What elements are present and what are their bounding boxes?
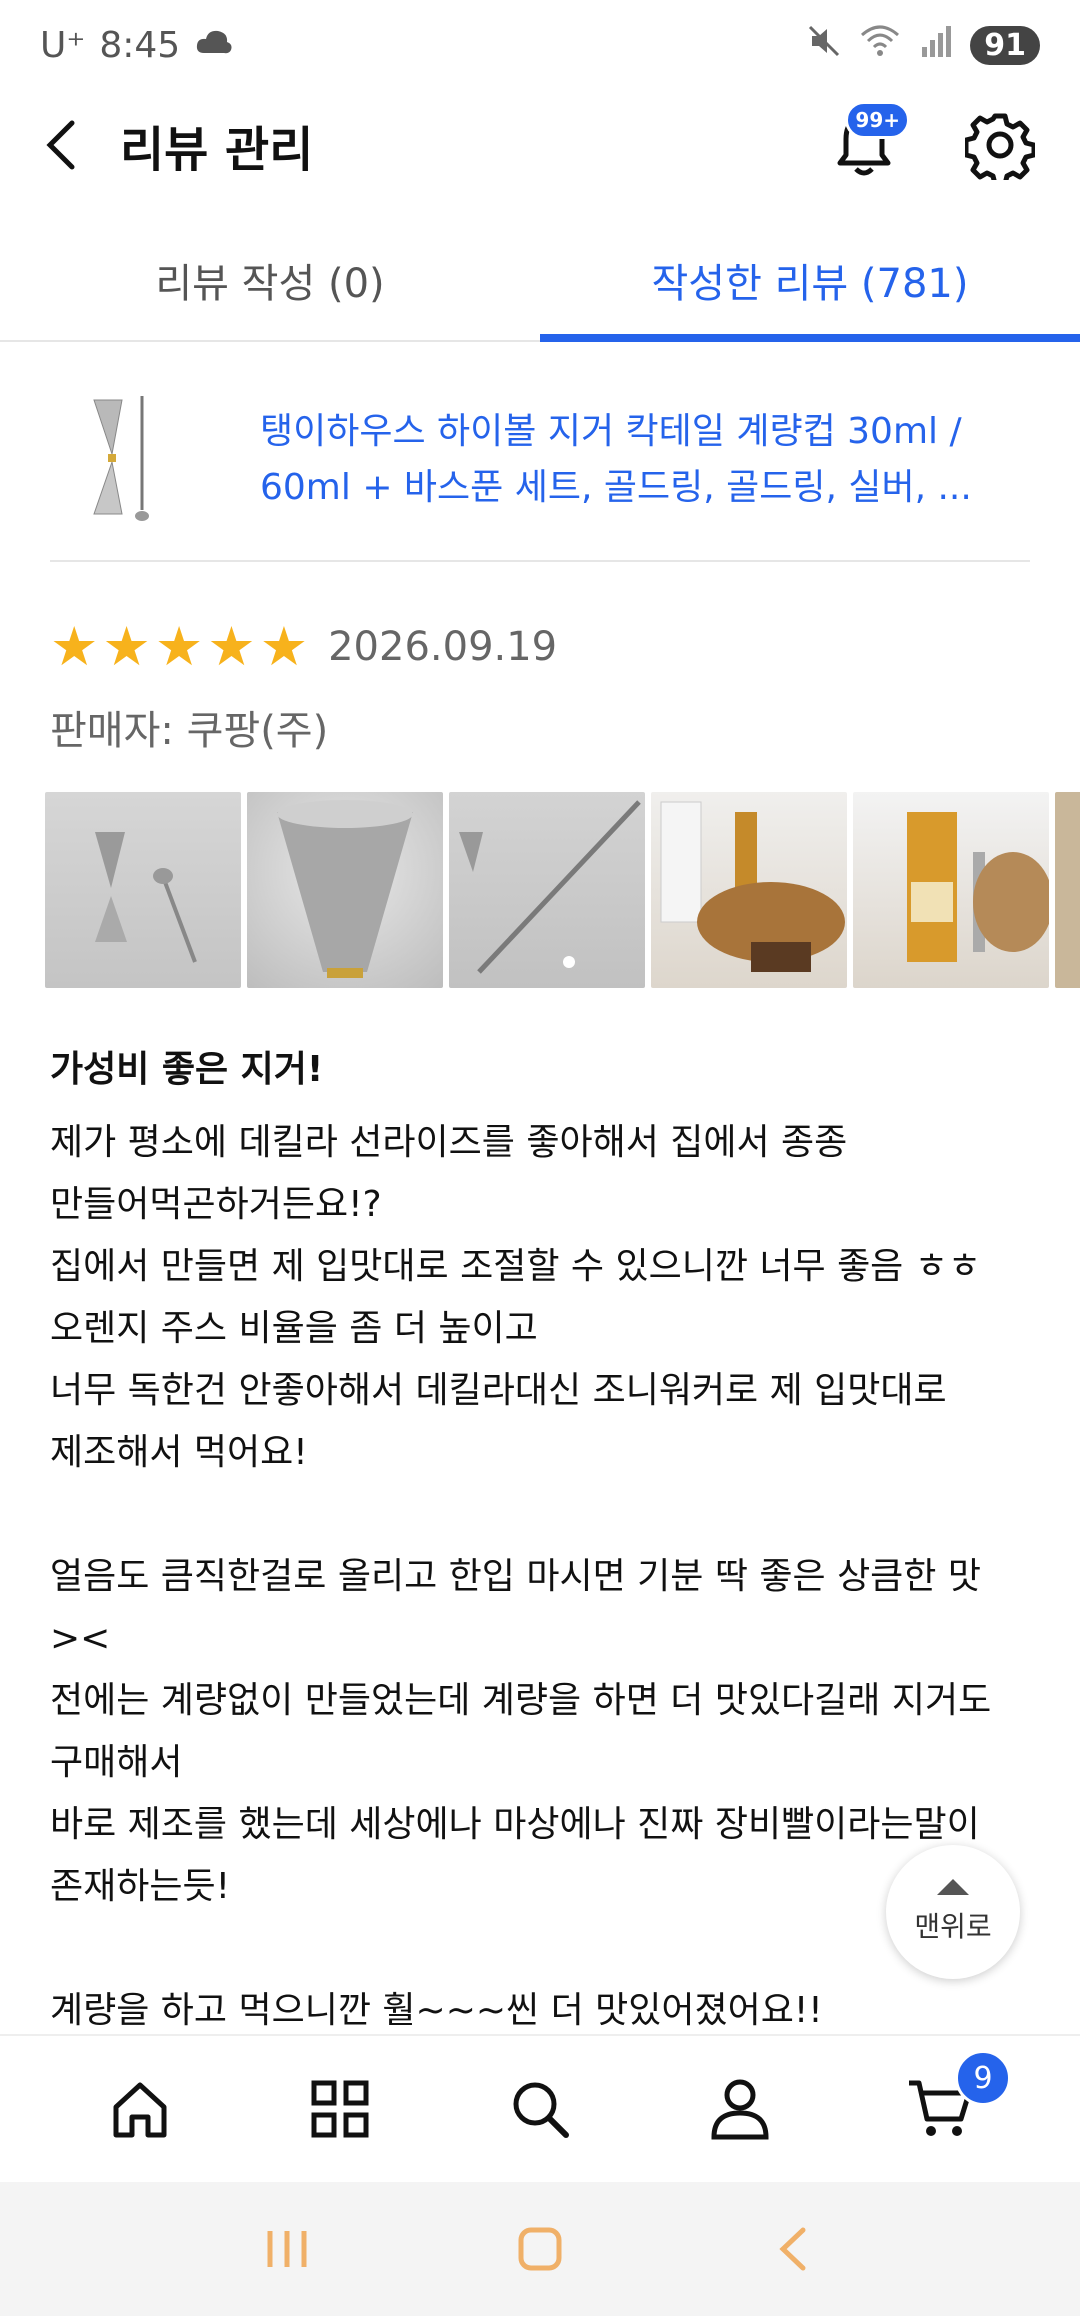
review-line: 바로 제조를 했는데 세상에나 마상에나 진짜 장비빨이라는말이 (50, 1804, 980, 1845)
tab-written-reviews[interactable]: 작성한 리뷰 (781) (540, 220, 1080, 342)
arrow-up-icon (937, 1879, 969, 1895)
review-line: 존재하는듯! (50, 1866, 231, 1907)
review-line: 전에는 계량없이 만들었는데 계량을 하면 더 맛있다길래 지거도 (50, 1680, 992, 1721)
battery-indicator: 91 (970, 25, 1040, 65)
nav-my-page[interactable] (695, 2064, 785, 2154)
wifi-icon (858, 23, 902, 68)
review-photo[interactable] (449, 792, 645, 988)
system-nav-bar (0, 2182, 1080, 2316)
review-line (50, 1484, 1020, 1546)
app-header: 리뷰 관리 99+ (0, 90, 1080, 200)
scroll-to-top-button[interactable]: 맨위로 (886, 1845, 1020, 1979)
review-photo[interactable] (247, 792, 443, 988)
grid-icon (311, 2080, 369, 2138)
review-photos (45, 792, 1080, 990)
review-line: 구매해서 (50, 1742, 183, 1783)
review-body: 제가 평소에 데킬라 선라이즈를 좋아해서 집에서 종종 만들어먹곤하거든요!?… (50, 1112, 1020, 2042)
carrier-label: U⁺ (40, 24, 86, 66)
back-chevron-icon (779, 2227, 806, 2271)
review-tabs: 리뷰 작성 (0) 작성한 리뷰 (781) (0, 220, 1080, 342)
review-line: 집에서 만들면 제 입맛대로 조절할 수 있으니깐 너무 좋음 ㅎㅎ (50, 1246, 981, 1287)
scroll-to-top-label: 맨위로 (914, 1910, 992, 1943)
gear-icon (965, 113, 1035, 180)
star-icon: ★ (50, 615, 99, 678)
back-button[interactable] (40, 110, 90, 180)
nav-cart[interactable]: 9 (895, 2050, 1011, 2154)
nav-search[interactable] (495, 2064, 585, 2154)
product-name-link[interactable]: 탱이하우스 하이볼 지거 칵테일 계량컵 30ml / 60ml + 바스푼 세… (260, 404, 1030, 516)
notification-count-badge: 99+ (845, 101, 910, 139)
nav-home[interactable] (95, 2064, 185, 2154)
cloud-icon (194, 25, 234, 66)
review-line: 너무 독한건 안좋아해서 데킬라대신 조니워커로 제 입맛대로 (50, 1370, 947, 1411)
rating-row: ★ ★ ★ ★ ★ 2026.09.19 (50, 620, 557, 674)
notifications-button[interactable]: 99+ (824, 101, 910, 185)
review-photo[interactable] (1055, 792, 1080, 988)
recent-apps-button[interactable] (252, 2214, 322, 2284)
signal-icon (918, 23, 954, 68)
review-line: 오렌지 주스 비율을 좀 더 높이고 (50, 1308, 538, 1349)
search-icon (513, 2082, 569, 2138)
review-title: 가성비 좋은 지거! (50, 1049, 324, 1090)
home-icon (113, 2082, 167, 2138)
star-icon: ★ (102, 615, 151, 678)
star-icon: ★ (259, 615, 309, 678)
star-icon: ★ (207, 615, 256, 678)
seller-label: 판매자: 쿠팡(주) (50, 708, 329, 754)
review-line: 제조해서 먹어요! (50, 1432, 308, 1473)
mute-icon (806, 23, 842, 68)
recent-apps-icon (267, 2231, 307, 2267)
user-icon (711, 2079, 769, 2140)
review-line: 제가 평소에 데킬라 선라이즈를 좋아해서 집에서 종종 (50, 1122, 848, 1163)
review-line: 계량을 하고 먹으니깐 훨~~~씬 더 맛있어졌어요!! (50, 1990, 823, 2031)
settings-button[interactable] (960, 105, 1040, 185)
clock: 8:45 (99, 24, 181, 66)
nav-categories[interactable] (295, 2064, 385, 2154)
review-date: 2026.09.19 (328, 624, 558, 670)
product-thumbnail[interactable] (50, 385, 200, 535)
page-title: 리뷰 관리 (120, 122, 314, 178)
review-line: >< (50, 1618, 111, 1659)
cart-count-badge: 9 (955, 2050, 1011, 2106)
product-row[interactable]: 탱이하우스 하이볼 지거 칵테일 계량컵 30ml / 60ml + 바스푼 세… (50, 360, 1030, 562)
chevron-left-icon (46, 120, 75, 170)
star-rating: ★ ★ ★ ★ ★ (50, 620, 308, 674)
star-icon: ★ (154, 615, 204, 678)
review-line: 만들어먹곤하거든요!? (50, 1184, 382, 1225)
status-bar: U⁺ 8:45 91 (0, 0, 1080, 90)
bottom-nav: 9 (0, 2034, 1080, 2182)
back-system-button[interactable] (758, 2214, 828, 2284)
review-photo[interactable] (651, 792, 847, 988)
review-photo[interactable] (853, 792, 1053, 988)
review-line (50, 1918, 1020, 1980)
home-system-button[interactable] (505, 2214, 575, 2284)
home-square-icon (518, 2227, 562, 2271)
review-photo[interactable] (45, 792, 241, 988)
tab-write-review[interactable]: 리뷰 작성 (0) (0, 220, 540, 340)
review-line: 얼음도 큼직한걸로 올리고 한입 마시면 기분 딱 좋은 상큼한 맛 (50, 1556, 981, 1597)
